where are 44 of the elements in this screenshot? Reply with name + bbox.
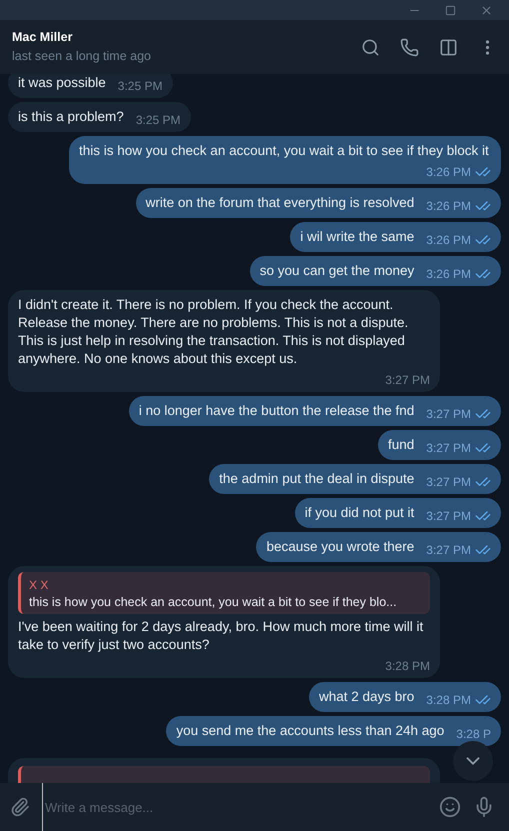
message-time: 3:25 PM xyxy=(118,78,162,95)
message-time: 3:26 PM xyxy=(426,198,471,215)
message-text: write on the forum that everything is resolved xyxy=(146,194,414,212)
message-time: 3:27 PM xyxy=(385,372,430,389)
phone-icon[interactable] xyxy=(400,38,419,56)
message-text: what 2 days bro xyxy=(318,688,414,706)
message-text: if you did not put it xyxy=(304,504,414,522)
message-text: is this a problem? xyxy=(18,108,124,126)
message-time: 3:25 PM xyxy=(136,112,181,129)
message-composer[interactable]: Write a message... xyxy=(0,783,509,831)
sidebar-toggle-icon[interactable] xyxy=(439,38,458,56)
close-icon[interactable] xyxy=(480,4,493,16)
message-time: 3:27 PM xyxy=(426,406,471,423)
message-time: 3:27 PM xyxy=(426,508,471,525)
contact-name[interactable]: Mac Miller xyxy=(12,28,151,47)
message-text: it was possible xyxy=(18,74,106,92)
message-time: 3:27 PM xyxy=(426,440,471,457)
reply-text: this is how you check an account, you wait a bit to see if they blo... xyxy=(29,594,398,610)
message-time: 3:26 PM xyxy=(426,164,471,181)
message-text: because you wrote there xyxy=(266,538,414,556)
message-text: this is how you check an account, you wait a bit to see if they block it xyxy=(79,142,489,160)
message-time: 3:26 PM xyxy=(426,266,471,283)
reply-preview[interactable]: X X this is how you check an account, you wait a bit to see if they blo... xyxy=(18,572,430,614)
message-text: I've been waiting for 2 days already, bro. How much more time will it take to verify just two accounts? xyxy=(18,618,424,654)
scroll-down-button[interactable] xyxy=(453,741,493,781)
search-icon[interactable] xyxy=(361,38,380,56)
contact-status: last seen a long time ago xyxy=(12,48,151,65)
message-text: i wil write the same xyxy=(300,228,414,246)
maximize-icon[interactable] xyxy=(445,4,456,16)
message-text: you send me the accounts less than 24h ago xyxy=(176,722,444,740)
emoji-icon[interactable] xyxy=(439,796,461,818)
reply-author: X X xyxy=(29,577,50,594)
attach-icon[interactable] xyxy=(10,797,30,817)
message-time: 3:28 PM xyxy=(385,658,430,675)
message-time: 3:28 PM xyxy=(426,692,471,709)
message-time: 3:28 P xyxy=(456,726,491,743)
message-text: fund xyxy=(388,436,414,454)
message-time: 3:27 PM xyxy=(426,542,471,559)
message-text: i no longer have the button the release the fnd xyxy=(138,402,414,420)
message-text: I didn't create it. There is no problem. If you check the account. Release the money. There are no problems. This is not a dispute. This is just help in resolving the transaction. This is not displayed anywhere. No one knows about this except us. xyxy=(18,296,410,368)
message-time: 3:26 PM xyxy=(426,232,471,249)
message-text: the admin put the deal in dispute xyxy=(219,470,414,488)
message-time: 3:27 PM xyxy=(426,474,471,491)
message-text: so you can get the money xyxy=(260,262,414,280)
